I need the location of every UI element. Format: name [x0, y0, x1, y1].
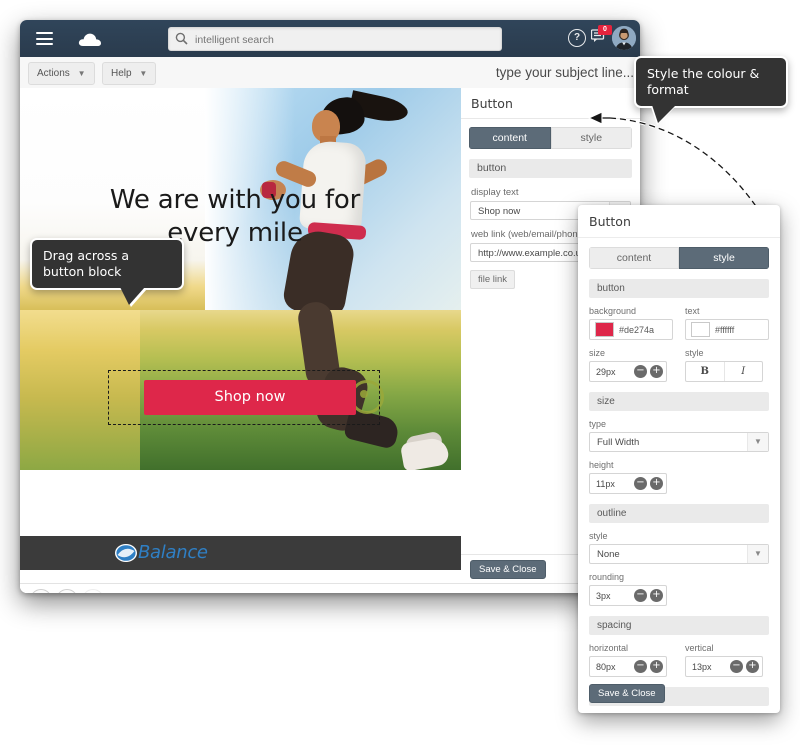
brand-name: Balance	[138, 542, 208, 563]
chevron-down-icon: ▼	[139, 69, 148, 78]
minus-icon[interactable]: −	[730, 660, 743, 673]
font-size-label: size	[589, 348, 606, 358]
style-tab-content[interactable]: content	[589, 247, 679, 269]
rounding-stepper[interactable]: 3px − +	[589, 585, 667, 606]
plus-icon[interactable]: +	[746, 660, 759, 673]
vertical-value: 13px	[692, 661, 712, 672]
font-size-stepper[interactable]: 29px − +	[589, 361, 667, 382]
subject-line-input[interactable]: type your subject line...	[496, 61, 634, 85]
minus-icon[interactable]: −	[634, 660, 647, 673]
background-swatch[interactable]	[595, 322, 614, 337]
arrow-left-icon[interactable]	[56, 589, 78, 593]
italic-button[interactable]: I	[725, 362, 763, 381]
style-section-spacing: spacing	[589, 616, 769, 635]
text-swatch[interactable]	[691, 322, 710, 337]
size-type-value: Full Width	[597, 437, 640, 448]
horizontal-stepper[interactable]: 80px − +	[589, 656, 667, 677]
style-panel-title: Button	[578, 205, 780, 238]
brand-bar	[20, 536, 461, 570]
horizontal-value: 80px	[596, 661, 616, 672]
hamburger-icon[interactable]	[36, 32, 53, 45]
revert-icon[interactable]	[30, 589, 52, 593]
font-style-label: style	[685, 348, 704, 358]
message-badge: 0	[598, 25, 612, 35]
background-value: #de274a	[619, 324, 655, 335]
help-button[interactable]: Help ▼	[102, 62, 157, 85]
actions-label: Actions	[37, 68, 70, 79]
vertical-stepper[interactable]: 13px − +	[685, 656, 763, 677]
search-input[interactable]	[193, 28, 497, 52]
rounding-label: rounding	[589, 572, 625, 582]
outline-style-label: style	[589, 531, 608, 541]
app-header: ? 0	[20, 20, 640, 57]
chevron-down-icon: ▼	[77, 69, 86, 78]
font-size-value: 29px	[596, 366, 616, 377]
actions-button[interactable]: Actions ▼	[28, 62, 95, 85]
email-document: We are with you for every mile Shop now …	[20, 88, 461, 593]
app-window: ? 0	[20, 20, 640, 593]
plus-icon[interactable]: +	[650, 477, 663, 490]
cloud-logo-icon[interactable]	[78, 32, 102, 47]
style-save-close-button[interactable]: Save & Close	[589, 684, 665, 703]
balance-logo-icon	[114, 542, 138, 564]
minus-icon[interactable]: −	[634, 477, 647, 490]
email-canvas[interactable]: We are with you for every mile Shop now …	[20, 88, 462, 593]
plus-icon[interactable]: +	[650, 660, 663, 673]
shop-now-button[interactable]: Shop now	[144, 380, 356, 415]
avatar[interactable]	[612, 26, 636, 50]
tab-content[interactable]: content	[469, 127, 551, 149]
text-colour-value: #ffffff	[715, 324, 735, 335]
callout-style-colour: Style the colour & format	[634, 56, 788, 123]
callout-drag-across: Drag across a button block	[30, 238, 184, 305]
text-colour-label: text	[685, 306, 700, 316]
app-toolbar: Actions ▼ Help ▼ type your subject line.…	[20, 57, 640, 89]
outline-style-value: None	[597, 549, 620, 560]
height-label: height	[589, 460, 614, 470]
plus-icon[interactable]: +	[650, 589, 663, 602]
plus-icon[interactable]: +	[650, 365, 663, 378]
rounding-value: 3px	[596, 590, 611, 601]
horizontal-label: horizontal	[589, 643, 629, 653]
hero-heading-line1: We are with you for	[109, 185, 361, 215]
chevron-down-icon: ▼	[747, 433, 768, 451]
help-icon[interactable]: ?	[568, 29, 586, 47]
help-label: Help	[111, 68, 132, 79]
file-link-button[interactable]: file link	[470, 270, 516, 289]
style-panel: Button content style button background #…	[578, 205, 780, 713]
vertical-label: vertical	[685, 643, 714, 653]
text-colour-field[interactable]: #ffffff	[685, 319, 769, 340]
search-icon	[175, 32, 188, 45]
height-value: 11px	[596, 478, 615, 489]
arrow-right-icon[interactable]	[82, 589, 104, 593]
callout-tail	[652, 105, 676, 123]
callout-tail	[120, 287, 145, 305]
background-colour-field[interactable]: #de274a	[589, 319, 673, 340]
style-tab-style[interactable]: style	[679, 247, 769, 269]
outline-style-select[interactable]: None ▼	[589, 544, 769, 564]
web-link-value: http://www.example.co.uk	[478, 248, 586, 259]
size-type-select[interactable]: Full Width ▼	[589, 432, 769, 452]
screenshot-root: ? 0	[0, 0, 800, 746]
style-section-button: button	[589, 279, 769, 298]
minus-icon[interactable]: −	[634, 589, 647, 602]
style-section-outline: outline	[589, 504, 769, 523]
size-type-label: type	[589, 419, 607, 429]
height-stepper[interactable]: 11px − +	[589, 473, 667, 494]
callout-drag-text: Drag across a button block	[43, 248, 130, 279]
display-text-value: Shop now	[478, 206, 521, 217]
style-section-size: size	[589, 392, 769, 411]
minus-icon[interactable]: −	[634, 365, 647, 378]
app-footer	[20, 583, 640, 593]
content-save-close-button[interactable]: Save & Close	[470, 560, 546, 579]
style-panel-tabs: content style	[589, 247, 769, 269]
search-box[interactable]	[168, 27, 502, 52]
callout-style-text: Style the colour & format	[647, 66, 760, 97]
bold-button[interactable]: B	[686, 362, 725, 381]
chevron-down-icon: ▼	[747, 545, 768, 563]
font-style-toggles: B I	[685, 361, 763, 382]
background-label: background	[589, 306, 637, 316]
